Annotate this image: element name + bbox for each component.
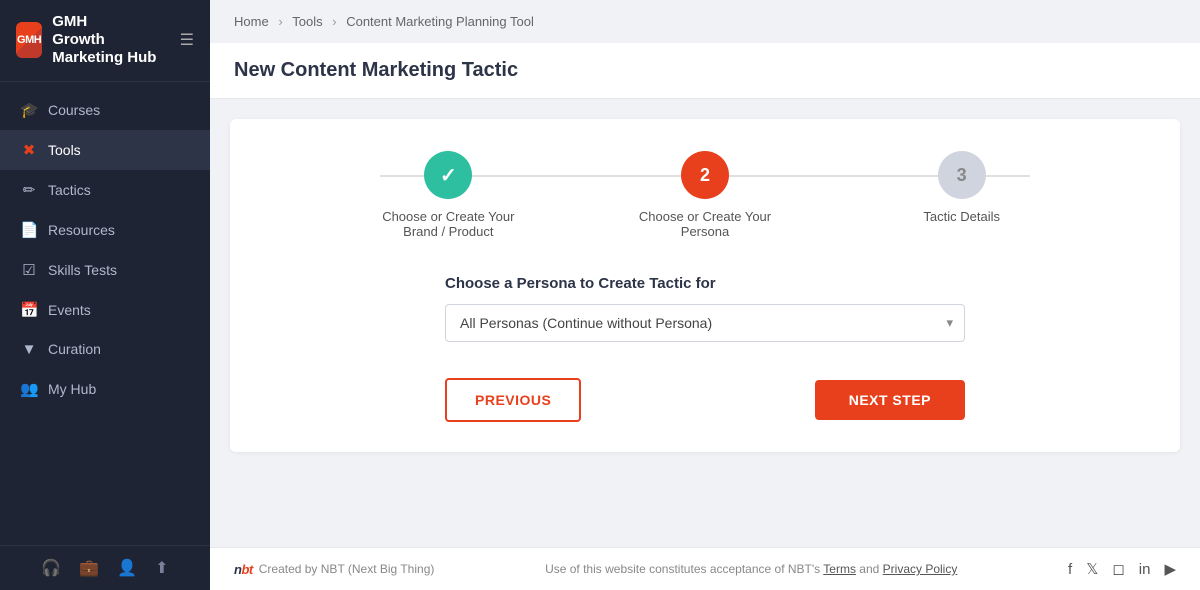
persona-select-label: Choose a Persona to Create Tactic for	[445, 275, 965, 292]
hamburger-icon[interactable]: ☰	[180, 30, 194, 50]
previous-button[interactable]: PREVIOUS	[445, 378, 581, 422]
footer-legal: Use of this website constitutes acceptan…	[434, 562, 1068, 576]
footer-legal-text: Use of this website constitutes acceptan…	[545, 562, 957, 576]
step-3-label: Tactic Details	[923, 209, 1000, 224]
step-1: Choose or Create Your Brand / Product	[320, 151, 577, 239]
step-2-circle: 2	[681, 151, 729, 199]
sidebar-item-courses[interactable]: 🎓 Courses	[0, 90, 210, 130]
footer-social: f 𝕏 ◻ in ▶	[1068, 560, 1176, 578]
footer-created-by: Created by NBT (Next Big Thing)	[259, 562, 435, 576]
step-2: 2 Choose or Create Your Persona	[577, 151, 834, 239]
logo-title: GMH	[52, 14, 169, 31]
sidebar-item-skills-tests[interactable]: ☑ Skills Tests	[0, 250, 210, 290]
skills-tests-icon: ☑	[20, 261, 38, 279]
main-card: Choose or Create Your Brand / Product 2 …	[230, 119, 1180, 452]
sidebar-item-label: Tactics	[48, 182, 91, 198]
my-hub-icon: 👥	[20, 380, 38, 398]
persona-select-wrapper: All Personas (Continue without Persona) …	[445, 304, 965, 342]
step-3-circle: 3	[938, 151, 986, 199]
page-title: New Content Marketing Tactic	[234, 59, 1176, 82]
linkedin-icon[interactable]: in	[1139, 561, 1151, 578]
facebook-icon[interactable]: f	[1068, 561, 1072, 578]
step-2-number: 2	[700, 165, 710, 186]
sidebar-item-label: Courses	[48, 102, 100, 118]
step-1-check-icon	[440, 163, 457, 188]
content-area: Choose or Create Your Brand / Product 2 …	[210, 99, 1200, 547]
tools-icon: ✖	[20, 141, 38, 159]
sidebar-nav: 🎓 Courses ✖ Tools ✏ Tactics 📄 Resources …	[0, 82, 210, 546]
sidebar-item-label: Tools	[48, 142, 81, 158]
sidebar-item-resources[interactable]: 📄 Resources	[0, 210, 210, 250]
footer: nbt Created by NBT (Next Big Thing) Use …	[210, 547, 1200, 590]
instagram-icon[interactable]: ◻	[1112, 560, 1124, 578]
twitter-icon[interactable]: 𝕏	[1086, 560, 1098, 578]
person-icon[interactable]: 👤	[117, 558, 137, 578]
footer-brand: nbt Created by NBT (Next Big Thing)	[234, 562, 434, 577]
resources-icon: 📄	[20, 221, 38, 239]
sidebar-item-label: My Hub	[48, 381, 96, 397]
page-header: New Content Marketing Tactic	[210, 43, 1200, 99]
next-step-button[interactable]: NEXT STEP	[815, 380, 965, 420]
persona-select[interactable]: All Personas (Continue without Persona) …	[445, 304, 965, 342]
main-content: Home › Tools › Content Marketing Plannin…	[210, 0, 1200, 590]
persona-form: Choose a Persona to Create Tactic for Al…	[445, 275, 965, 422]
sidebar-item-curation[interactable]: ▼ Curation	[0, 330, 210, 369]
youtube-icon[interactable]: ▶	[1164, 560, 1176, 578]
step-1-label: Choose or Create Your Brand / Product	[378, 209, 518, 239]
step-3-number: 3	[957, 165, 967, 186]
step-3: 3 Tactic Details	[833, 151, 1090, 224]
breadcrumb-home[interactable]: Home	[234, 14, 269, 29]
nbt-logo: nbt	[234, 562, 253, 577]
privacy-link[interactable]: Privacy Policy	[883, 562, 958, 576]
sidebar-item-label: Curation	[48, 341, 101, 357]
sidebar-item-tools[interactable]: ✖ Tools	[0, 130, 210, 170]
logo-icon: GMH	[16, 22, 42, 58]
step-1-circle	[424, 151, 472, 199]
sidebar-item-tactics[interactable]: ✏ Tactics	[0, 170, 210, 210]
sidebar-item-label: Resources	[48, 222, 115, 238]
events-icon: 📅	[20, 301, 38, 319]
share-icon[interactable]: ⬆	[155, 558, 168, 578]
briefcase-icon[interactable]: 💼	[79, 558, 99, 578]
logo-text-block: GMH Growth Marketing Hub	[52, 14, 169, 67]
breadcrumb-tools[interactable]: Tools	[292, 14, 322, 29]
sidebar-item-label: Skills Tests	[48, 262, 117, 278]
sidebar-item-events[interactable]: 📅 Events	[0, 290, 210, 330]
breadcrumb-sep-1: ›	[278, 14, 286, 29]
sidebar-item-label: Events	[48, 302, 91, 318]
sidebar-item-my-hub[interactable]: 👥 My Hub	[0, 369, 210, 409]
button-row: PREVIOUS NEXT STEP	[445, 378, 965, 422]
sidebar-logo: GMH GMH Growth Marketing Hub ☰	[0, 0, 210, 82]
terms-link[interactable]: Terms	[823, 562, 856, 576]
sidebar: GMH GMH Growth Marketing Hub ☰ 🎓 Courses…	[0, 0, 210, 590]
sidebar-footer: 🎧 💼 👤 ⬆	[0, 545, 210, 590]
headphones-icon[interactable]: 🎧	[41, 558, 61, 578]
tactics-icon: ✏	[20, 181, 38, 199]
courses-icon: 🎓	[20, 101, 38, 119]
breadcrumb: Home › Tools › Content Marketing Plannin…	[210, 0, 1200, 43]
breadcrumb-sep-2: ›	[332, 14, 340, 29]
curation-icon: ▼	[20, 341, 38, 358]
logo-subtitle: Growth Marketing Hub	[52, 31, 156, 66]
stepper: Choose or Create Your Brand / Product 2 …	[260, 151, 1150, 239]
breadcrumb-current: Content Marketing Planning Tool	[346, 14, 534, 29]
step-2-label: Choose or Create Your Persona	[635, 209, 775, 239]
